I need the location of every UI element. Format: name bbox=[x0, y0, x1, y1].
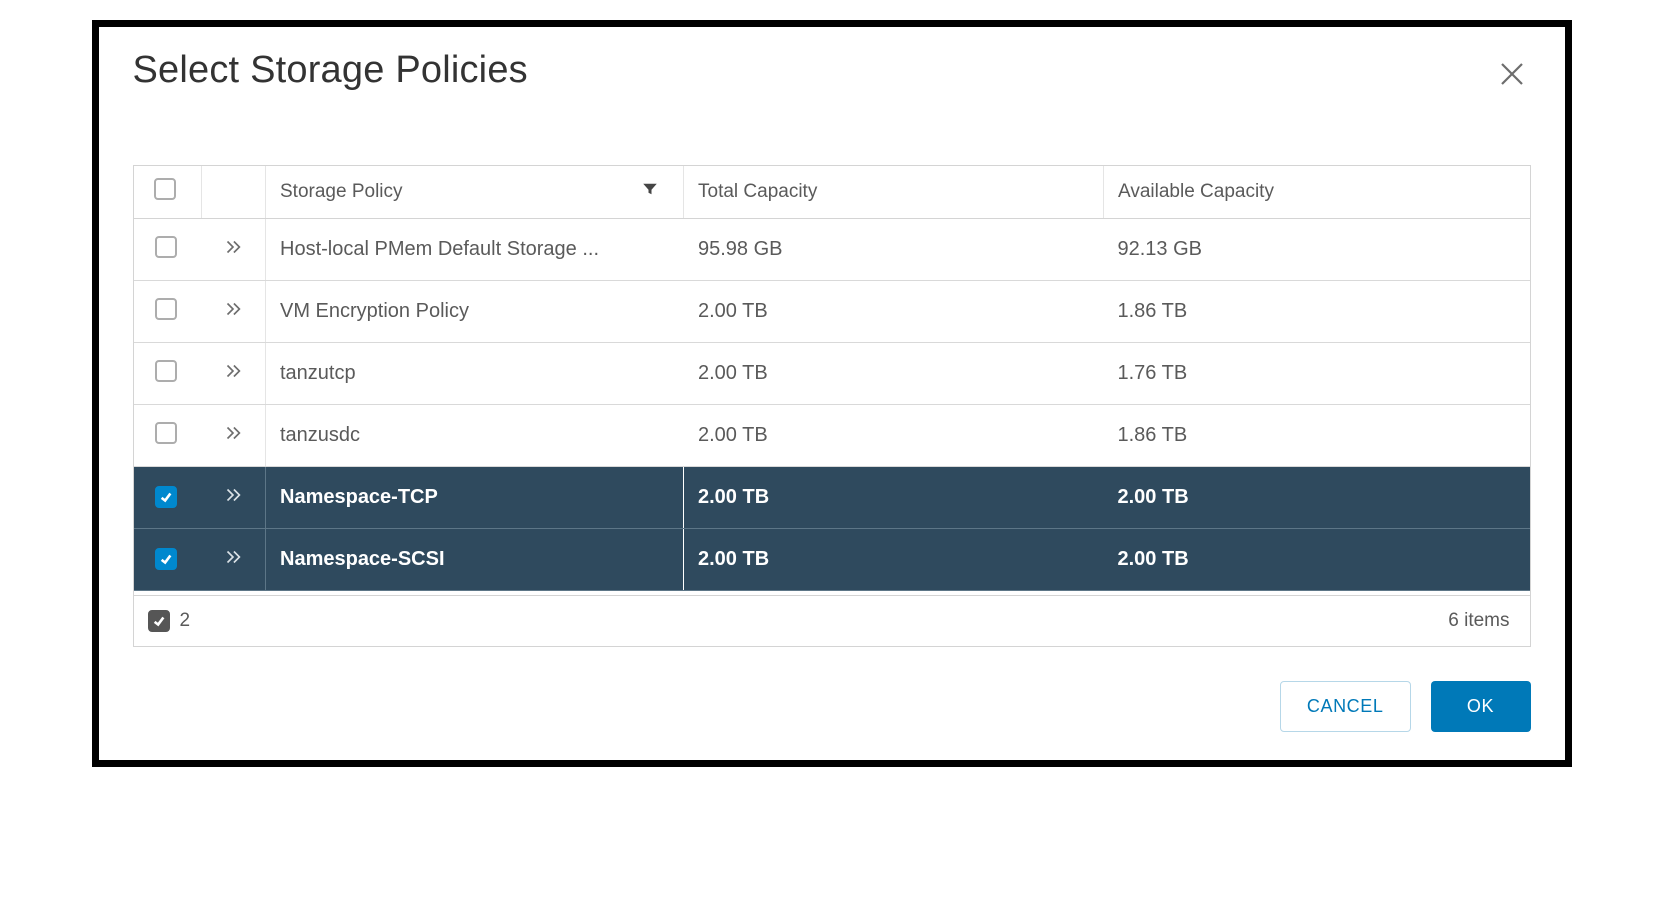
header-total-capacity[interactable]: Total Capacity bbox=[684, 166, 1104, 219]
row-checkbox-cell[interactable] bbox=[134, 405, 202, 467]
row-checkbox-cell[interactable] bbox=[134, 529, 202, 591]
filter-icon[interactable] bbox=[641, 180, 659, 204]
row-checkbox-cell[interactable] bbox=[134, 219, 202, 281]
row-available-capacity: 1.86 TB bbox=[1104, 281, 1530, 343]
row-total-capacity: 2.00 TB bbox=[684, 281, 1104, 343]
dialog-frame: Select Storage Policies Storage Policy bbox=[92, 20, 1572, 767]
row-total-capacity: 2.00 TB bbox=[684, 529, 1104, 591]
row-policy-name: Host-local PMem Default Storage ... bbox=[266, 219, 684, 281]
row-available-capacity: 92.13 GB bbox=[1104, 219, 1530, 281]
row-available-capacity: 2.00 TB bbox=[1104, 467, 1530, 529]
row-available-capacity: 2.00 TB bbox=[1104, 529, 1530, 591]
row-policy-name: Namespace-SCSI bbox=[266, 529, 684, 591]
row-checkbox[interactable] bbox=[155, 548, 177, 570]
dialog-actions: CANCEL OK bbox=[133, 681, 1531, 732]
chevron-double-right-icon[interactable] bbox=[222, 365, 244, 387]
table-row[interactable]: Namespace-SCSI2.00 TB2.00 TB bbox=[134, 529, 1530, 591]
header-total-capacity-label: Total Capacity bbox=[698, 181, 817, 202]
table-row[interactable]: Host-local PMem Default Storage ...95.98… bbox=[134, 219, 1530, 281]
items-count-label: 6 items bbox=[1448, 610, 1509, 632]
row-checkbox-cell[interactable] bbox=[134, 343, 202, 405]
header-storage-policy-label: Storage Policy bbox=[280, 181, 403, 203]
row-expand-cell[interactable] bbox=[202, 219, 266, 281]
row-expand-cell[interactable] bbox=[202, 405, 266, 467]
header-available-capacity-label: Available Capacity bbox=[1118, 181, 1274, 202]
row-expand-cell[interactable] bbox=[202, 343, 266, 405]
chevron-double-right-icon[interactable] bbox=[222, 489, 244, 511]
row-available-capacity: 1.86 TB bbox=[1104, 405, 1530, 467]
chevron-double-right-icon[interactable] bbox=[222, 427, 244, 449]
row-policy-name: tanzusdc bbox=[266, 405, 684, 467]
table-footer: 2 6 items bbox=[134, 595, 1530, 646]
row-checkbox[interactable] bbox=[155, 298, 177, 320]
close-icon[interactable] bbox=[1493, 55, 1531, 93]
dialog-header: Select Storage Policies bbox=[133, 49, 1531, 93]
row-checkbox[interactable] bbox=[155, 360, 177, 382]
selected-count: 2 bbox=[180, 610, 191, 632]
dialog-title: Select Storage Policies bbox=[133, 49, 528, 92]
row-checkbox[interactable] bbox=[155, 486, 177, 508]
row-total-capacity: 95.98 GB bbox=[684, 219, 1104, 281]
row-total-capacity: 2.00 TB bbox=[684, 343, 1104, 405]
row-expand-cell[interactable] bbox=[202, 467, 266, 529]
select-all-checkbox[interactable] bbox=[154, 178, 176, 200]
row-checkbox[interactable] bbox=[155, 236, 177, 258]
header-select-all[interactable] bbox=[134, 166, 202, 219]
table-header-row: Storage Policy Total Capacity Available … bbox=[134, 166, 1530, 219]
table-row[interactable]: VM Encryption Policy2.00 TB1.86 TB bbox=[134, 281, 1530, 343]
row-checkbox-cell[interactable] bbox=[134, 467, 202, 529]
row-expand-cell[interactable] bbox=[202, 281, 266, 343]
ok-button[interactable]: OK bbox=[1431, 681, 1531, 732]
row-policy-name: tanzutcp bbox=[266, 343, 684, 405]
table-row[interactable]: Namespace-TCP2.00 TB2.00 TB bbox=[134, 467, 1530, 529]
row-available-capacity: 1.76 TB bbox=[1104, 343, 1530, 405]
table-row[interactable]: tanzusdc2.00 TB1.86 TB bbox=[134, 405, 1530, 467]
header-storage-policy[interactable]: Storage Policy bbox=[266, 166, 684, 219]
header-available-capacity[interactable]: Available Capacity bbox=[1104, 166, 1530, 219]
storage-policy-table: Storage Policy Total Capacity Available … bbox=[133, 165, 1531, 647]
chevron-double-right-icon[interactable] bbox=[222, 303, 244, 325]
table-row[interactable]: tanzutcp2.00 TB1.76 TB bbox=[134, 343, 1530, 405]
header-expand bbox=[202, 166, 266, 219]
row-expand-cell[interactable] bbox=[202, 529, 266, 591]
row-policy-name: VM Encryption Policy bbox=[266, 281, 684, 343]
selected-count-checkbox[interactable] bbox=[148, 610, 170, 632]
row-total-capacity: 2.00 TB bbox=[684, 467, 1104, 529]
row-total-capacity: 2.00 TB bbox=[684, 405, 1104, 467]
row-checkbox-cell[interactable] bbox=[134, 281, 202, 343]
row-policy-name: Namespace-TCP bbox=[266, 467, 684, 529]
row-checkbox[interactable] bbox=[155, 422, 177, 444]
chevron-double-right-icon[interactable] bbox=[222, 551, 244, 573]
chevron-double-right-icon[interactable] bbox=[222, 241, 244, 263]
cancel-button[interactable]: CANCEL bbox=[1280, 681, 1411, 732]
